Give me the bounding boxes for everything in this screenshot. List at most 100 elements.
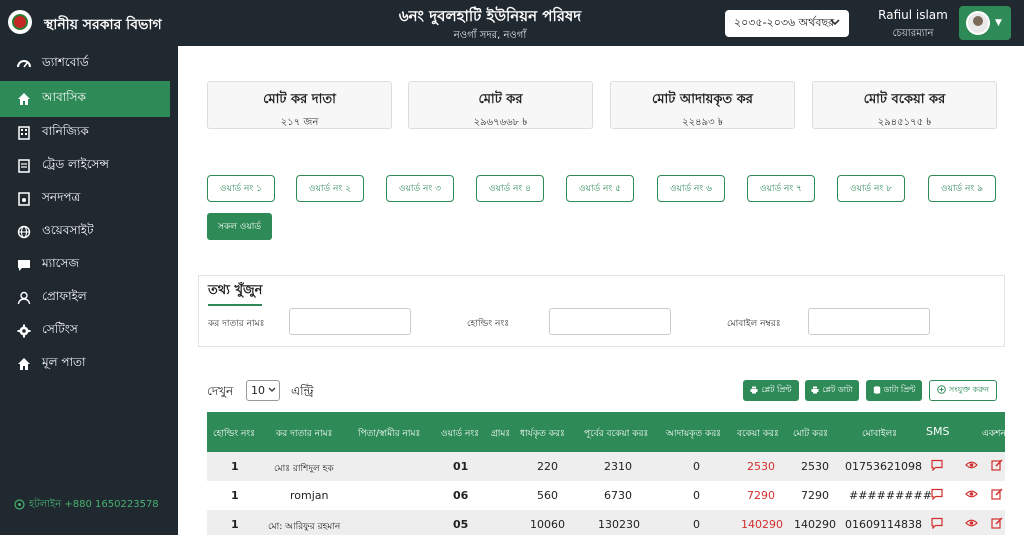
sidebar-item-residential[interactable]: আবাসিক: [0, 81, 170, 117]
cell-assessed: 560: [537, 489, 558, 502]
cell-total: 2530: [801, 460, 829, 473]
ward-button-5[interactable]: ওয়ার্ড নং ৫: [566, 175, 634, 202]
chevron-down-icon: [830, 16, 840, 31]
stat-label: মোট আদায়কৃত কর: [652, 92, 753, 107]
sidebar-item-trade-license[interactable]: ট্রেড লাইসেন্স: [0, 148, 178, 184]
column-header[interactable]: SMS: [926, 425, 949, 438]
cell-name: মোঃ রাশিদুল হক: [274, 464, 334, 474]
cell-prev-due: 130230: [598, 518, 640, 531]
all-wards-button[interactable]: সকল ওয়ার্ড: [207, 213, 272, 240]
sms-icon[interactable]: [931, 459, 943, 474]
sidebar-item-profile[interactable]: প্রোফাইল: [0, 280, 178, 316]
column-header[interactable]: গ্রামঃ: [491, 426, 510, 441]
cell-name: মো: আরিফুর রহমান: [268, 522, 341, 532]
stat-label: মোট বকেয়া কর: [863, 92, 946, 107]
sidebar-item-label: বানিজ্যিক: [42, 124, 89, 138]
table-header: হোল্ডিং নংঃ কর দাতার নামঃ পিতা/স্বামীর ন…: [207, 412, 1006, 452]
sms-icon[interactable]: [931, 517, 943, 532]
column-header[interactable]: আদায়কৃত করঃ: [666, 426, 721, 441]
sidebar-item-website[interactable]: ওয়েবসাইট: [0, 214, 178, 250]
sidebar-item-label: ওয়েবসাইট: [42, 223, 94, 237]
cell-collected: 0: [693, 460, 700, 473]
stat-card-total-due: মোট বকেয়া কর ২৯৪৫১৭৫ ৳: [812, 81, 997, 129]
holding-number-label: হোল্ডিং নংঃ: [467, 319, 510, 329]
taxpayer-name-input[interactable]: [289, 308, 411, 335]
ward-button-3[interactable]: ওয়ার্ড নং ৩: [386, 175, 454, 202]
plate-print-button[interactable]: প্লেট প্রিন্ট: [743, 380, 799, 401]
whatsapp-icon: [14, 498, 25, 513]
sidebar-item-label: ড্যাশবোর্ড: [42, 55, 89, 69]
sidebar-item-label: ম্যাসেজ: [42, 256, 80, 270]
stat-card-total-tax: মোট কর ২৯৬৭৬৬৮ ৳: [408, 81, 593, 129]
sidebar-item-dashboard[interactable]: ড্যাশবোর্ড: [0, 46, 178, 82]
message-icon: [17, 258, 31, 272]
holding-number-input[interactable]: [549, 308, 671, 335]
user-icon: [17, 291, 31, 305]
sms-icon[interactable]: [931, 488, 943, 503]
sidebar-item-certificate[interactable]: সনদপত্র: [0, 181, 178, 217]
hotline[interactable]: হটলাইন +880 1650223578: [14, 497, 159, 514]
cell-collected: 0: [693, 518, 700, 531]
table-row: 1 romjan 06 560 6730 0 7290 7290 #######…: [207, 481, 1005, 510]
ward-button-7[interactable]: ওয়ার্ড নং ৭: [747, 175, 815, 202]
top-header: স্থানীয় সরকার বিভাগ ৬নং দুবলহাটি ইউনিয়…: [0, 0, 1024, 46]
cell-assessed: 220: [537, 460, 558, 473]
column-header[interactable]: মোট করঃ: [793, 426, 828, 441]
edit-icon[interactable]: [991, 459, 1003, 474]
ward-button-9[interactable]: ওয়ার্ড নং ৯: [928, 175, 996, 202]
view-icon[interactable]: [965, 517, 978, 532]
ward-button-6[interactable]: ওয়ার্ড নং ৬: [657, 175, 725, 202]
sidebar-item-label: ট্রেড লাইসেন্স: [42, 157, 109, 171]
add-button[interactable]: সংযুক্ত করুন: [929, 380, 997, 401]
edit-icon[interactable]: [991, 488, 1003, 503]
plate-print-label: প্লেট প্রিন্ট: [761, 385, 792, 394]
cell-holding: 1: [231, 518, 239, 531]
column-header[interactable]: হোল্ডিং নংঃ: [213, 426, 255, 441]
sidebar-item-settings[interactable]: সেটিংস: [0, 313, 178, 349]
profile-menu-button[interactable]: ▼: [959, 6, 1011, 40]
data-print-button[interactable]: ডাটা প্রিন্ট: [866, 380, 922, 401]
table-row: 1 মোঃ রাশিদুল হক 01 220 2310 0 2530 2530…: [207, 452, 1005, 481]
gear-icon: [17, 324, 31, 338]
column-header[interactable]: একশন: [982, 426, 1006, 441]
database-icon: [873, 385, 881, 396]
column-header[interactable]: মোবাইলঃ: [862, 426, 897, 441]
ward-button-4[interactable]: ওয়ার্ড নং ৪: [476, 175, 544, 202]
plate-data-label: প্লেট ডাটা: [822, 385, 853, 394]
column-header[interactable]: পিতা/স্বামীর নামঃ: [358, 426, 420, 441]
view-icon[interactable]: [965, 488, 978, 503]
home-icon: [17, 357, 31, 371]
column-header[interactable]: বকেয়া করঃ: [737, 426, 779, 441]
sidebar-item-message[interactable]: ম্যাসেজ: [0, 247, 178, 283]
fiscal-year-select[interactable]: ২০৩৫-২০৩৬ অর্থবছর: [725, 10, 849, 37]
ward-button-8[interactable]: ওয়ার্ড নং ৮: [837, 175, 905, 202]
data-print-label: ডাটা প্রিন্ট: [883, 385, 916, 394]
plus-circle-icon: [937, 385, 946, 396]
page-size-select[interactable]: 10: [246, 380, 280, 401]
sidebar-item-commercial[interactable]: বানিজ্যিক: [0, 115, 178, 151]
column-header[interactable]: কর দাতার নামঃ: [276, 426, 332, 441]
dashboard-icon: [17, 57, 31, 71]
stat-value: ২২৪৯৩ ৳: [682, 117, 723, 128]
sidebar-item-label: প্রোফাইল: [42, 289, 87, 303]
globe-icon: [17, 225, 31, 239]
column-header[interactable]: ওয়ার্ড নংঃ: [441, 426, 479, 441]
plate-data-button[interactable]: প্লেট ডাটা: [805, 380, 859, 401]
caret-down-icon: ▼: [995, 18, 1002, 28]
mobile-number-input[interactable]: [808, 308, 930, 335]
cell-prev-due: 6730: [604, 489, 632, 502]
table-row: 1 মো: আরিফুর রহমান 05 10060 130230 0 140…: [207, 510, 1005, 535]
stat-card-total-collected: মোট আদায়কৃত কর ২২৪৯৩ ৳: [610, 81, 795, 129]
sidebar-item-main-page[interactable]: মূল পাতা: [0, 346, 178, 382]
cell-due: 140290: [741, 518, 783, 531]
page-size-value: 10: [251, 384, 265, 397]
cell-total: 7290: [801, 489, 829, 502]
edit-icon[interactable]: [991, 517, 1003, 532]
search-panel: তথ্য খুঁজুন কর দাতার নামঃ হোল্ডিং নংঃ মো…: [198, 275, 1005, 347]
user-role: চেয়ারম্যান: [892, 28, 934, 39]
column-header[interactable]: ধার্যকৃত করঃ: [520, 426, 565, 441]
column-header[interactable]: পূর্বের বকেয়া করঃ: [584, 426, 648, 441]
ward-button-1[interactable]: ওয়ার্ড নং ১: [207, 175, 275, 202]
ward-button-2[interactable]: ওয়ার্ড নং ২: [296, 175, 364, 202]
view-icon[interactable]: [965, 459, 978, 474]
